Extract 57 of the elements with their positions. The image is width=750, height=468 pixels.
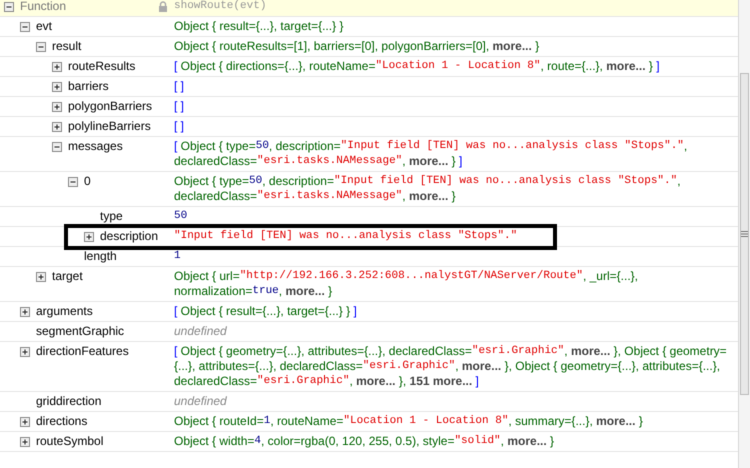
expand-icon[interactable] xyxy=(20,417,30,427)
scrollbar-thumb[interactable] xyxy=(740,73,749,395)
property-name: description xyxy=(100,229,158,244)
expand-icon[interactable] xyxy=(20,307,30,317)
property-name: directions xyxy=(36,414,88,429)
property-name: polylineBarriers xyxy=(68,119,151,134)
property-value: Object { width=4, color=rgba(0, 120, 255, 0.5), style="solid", more... } xyxy=(174,433,556,450)
collapse-icon[interactable] xyxy=(36,42,46,52)
property-value: [ Object { directions={...}, routeName="Location 1 - Location 8", route={...}, more... } ] xyxy=(174,58,661,75)
property-value: 1 xyxy=(174,249,182,264)
property-name: directionFeatures xyxy=(36,344,129,359)
expand-icon[interactable] xyxy=(52,102,62,112)
property-name: routeSymbol xyxy=(36,434,104,449)
expand-icon[interactable] xyxy=(52,62,62,72)
collapse-icon[interactable] xyxy=(4,2,14,12)
property-value: [ Object { geometry={...}, attributes={...}, declaredClass="esri.Graphic", more... }, Object { geometry={...}, attributes={...}, declaredClass="esri.Graphic", more... }, Object { geometry={...}, attributes={...}, declaredClass="esri.Graphic", more... }, 151 more... ] xyxy=(174,343,728,390)
expand-icon[interactable] xyxy=(36,272,46,282)
expand-icon[interactable] xyxy=(20,437,30,447)
property-value: Object { url="http://192.166.3.252:608...nalystGT/NAServer/Route", _url={...}, normalization=true, more... } xyxy=(174,268,640,300)
property-name: type xyxy=(100,209,123,224)
property-value: undefined xyxy=(174,393,228,410)
function-label: Function xyxy=(20,0,66,14)
property-name: length xyxy=(84,249,117,264)
expand-icon[interactable] xyxy=(20,347,30,357)
property-name: segmentGraphic xyxy=(36,324,124,339)
property-value: undefined xyxy=(174,323,228,340)
property-value: [ ] xyxy=(174,118,186,135)
property-value: Object { routeResults=[1], barriers=[0], polygonBarriers=[0], more... } xyxy=(174,38,540,55)
property-value: [ ] xyxy=(174,78,186,95)
collapse-icon[interactable] xyxy=(20,22,30,32)
property-name: griddirection xyxy=(36,394,102,409)
property-value: 50 xyxy=(174,209,188,224)
lock-icon xyxy=(158,1,168,12)
expand-icon[interactable] xyxy=(52,82,62,92)
property-value: Object { result={...}, target={...} } xyxy=(174,18,344,35)
property-value: Object { type=50, description="Input field [TEN] was no...analysis class "Stops".", declaredClass="esri.tasks.NAMessage", more... } xyxy=(174,173,682,205)
property-name: routeResults xyxy=(68,59,136,74)
grip-icon xyxy=(741,231,748,237)
expand-icon[interactable] xyxy=(84,232,94,242)
collapse-icon[interactable] xyxy=(52,142,62,152)
property-name: evt xyxy=(36,19,52,34)
function-signature: showRoute(evt) xyxy=(174,0,268,14)
property-name: messages xyxy=(68,139,123,154)
property-name: 0 xyxy=(84,174,91,189)
scrollbar[interactable] xyxy=(738,0,750,468)
property-name: result xyxy=(52,39,82,54)
property-name: polygonBarriers xyxy=(68,99,152,114)
property-name: arguments xyxy=(36,304,93,319)
property-value: [ Object { result={...}, target={...} } ] xyxy=(174,303,358,320)
property-value: "Input field [TEN] was no...analysis class "Stops"." xyxy=(174,229,518,244)
property-name: barriers xyxy=(68,79,109,94)
expand-icon[interactable] xyxy=(52,122,62,132)
property-value: [ ] xyxy=(174,98,186,115)
property-name: target xyxy=(52,269,83,284)
collapse-icon[interactable] xyxy=(68,177,78,187)
property-value: [ Object { type=50, description="Input field [TEN] was no...analysis class "Stops".", declaredClass="esri.tasks.NAMessage", more... } ] xyxy=(174,138,688,170)
property-value: Object { routeId=1, routeName="Location 1 - Location 8", summary={...}, more... } xyxy=(174,413,644,430)
